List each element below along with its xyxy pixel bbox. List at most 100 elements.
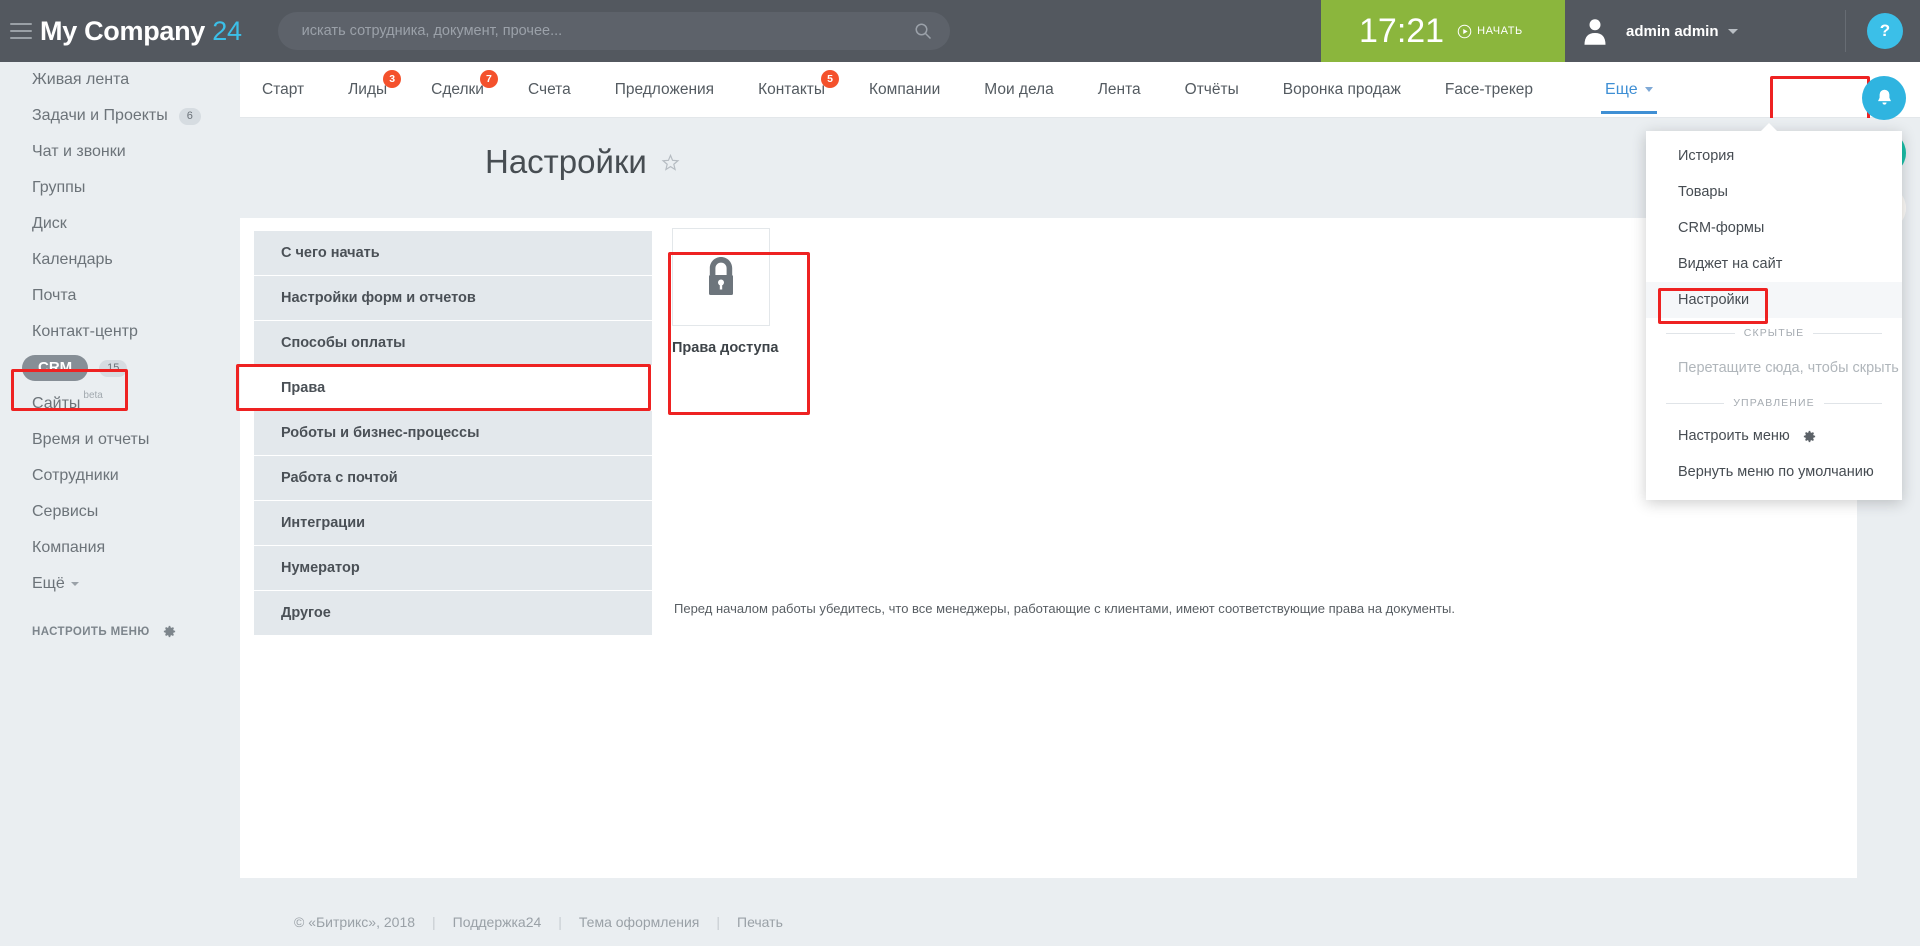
search-input[interactable]	[278, 12, 950, 50]
user-menu[interactable]: admin admin	[1580, 0, 1738, 62]
tab-contacts[interactable]: Контакты 5	[736, 62, 847, 118]
page-footer: © «Битрикс», 2018 | Поддержка24 | Тема о…	[240, 898, 1920, 946]
user-name: admin admin	[1626, 23, 1719, 40]
dropdown-item-configure-menu[interactable]: Настроить меню	[1646, 418, 1902, 454]
sidebar-item-12[interactable]: Сервисы	[0, 494, 240, 530]
sidebar-item-4[interactable]: Диск	[0, 206, 240, 242]
sidebar-item-label: Сотрудники	[32, 467, 119, 485]
sidebar-item-6[interactable]: Почта	[0, 278, 240, 314]
sidebar-item-more[interactable]: Ещё	[0, 566, 240, 602]
play-circle-icon	[1457, 24, 1472, 39]
settings-item-permissions[interactable]: Права	[254, 366, 652, 411]
tab-label: Старт	[262, 81, 304, 99]
dropdown-item-label: Настроить меню	[1678, 428, 1790, 444]
tab-more[interactable]: Еще	[1583, 62, 1675, 118]
more-dropdown-menu: История Товары CRM-формы Виджет на сайт …	[1646, 131, 1902, 500]
settings-item-other[interactable]: Другое	[254, 591, 652, 636]
dropdown-item-label: Виджет на сайт	[1678, 256, 1782, 272]
dropdown-item-settings[interactable]: Настройки	[1646, 282, 1902, 318]
left-sidebar: Живая лента Задачи и Проекты 6 Чат и зво…	[0, 62, 240, 946]
sidebar-item-crm[interactable]: CRM 15	[0, 350, 240, 386]
dropdown-hidden-dropzone[interactable]: Перетащите сюда, чтобы скрыть	[1646, 348, 1902, 388]
dropdown-item-label: Настройки	[1678, 292, 1749, 308]
tab-feed[interactable]: Лента	[1076, 62, 1163, 118]
sidebar-item-label: Диск	[32, 215, 67, 233]
sidebar-item-label: Время и отчеты	[32, 431, 149, 449]
lock-icon	[699, 253, 743, 301]
tab-label: Лиды	[348, 81, 387, 99]
settings-item-numerator[interactable]: Нумератор	[254, 546, 652, 591]
beta-badge: beta	[83, 390, 102, 401]
tab-leads[interactable]: Лиды 3	[326, 62, 409, 118]
tab-label: Сделки	[431, 81, 484, 99]
star-favorite-icon[interactable]	[661, 153, 680, 172]
global-search[interactable]	[278, 12, 950, 50]
sidebar-item-label: Задачи и Проекты	[32, 107, 168, 125]
configure-menu-label: НАСТРОИТЬ МЕНЮ	[32, 626, 150, 638]
sidebar-item-label: Календарь	[32, 251, 113, 269]
tab-label: Лента	[1098, 81, 1141, 99]
settings-item-label: Работа с почтой	[281, 470, 398, 486]
tab-my-activities[interactable]: Мои дела	[962, 62, 1076, 118]
timer-start-button[interactable]: НАЧАТЬ	[1457, 24, 1523, 39]
tab-face-tracker[interactable]: Face-трекер	[1423, 62, 1555, 118]
settings-item-integrations[interactable]: Интеграции	[254, 501, 652, 546]
tab-label: Еще	[1605, 81, 1638, 99]
tab-label: Отчёты	[1185, 81, 1239, 99]
settings-item-payment-methods[interactable]: Способы оплаты	[254, 321, 652, 366]
dropdown-item-reset-menu[interactable]: Вернуть меню по умолчанию	[1646, 454, 1902, 490]
tab-invoices[interactable]: Счета	[506, 62, 593, 118]
sidebar-item-7[interactable]: Контакт-центр	[0, 314, 240, 350]
settings-item-mail[interactable]: Работа с почтой	[254, 456, 652, 501]
sidebar-item-3[interactable]: Группы	[0, 170, 240, 206]
access-rights-tile[interactable]: Права доступа	[672, 228, 772, 356]
tab-label: Воронка продаж	[1283, 81, 1401, 99]
sidebar-item-label: Почта	[32, 287, 76, 305]
sidebar-item-5[interactable]: Календарь	[0, 242, 240, 278]
tab-start[interactable]: Старт	[240, 62, 326, 118]
dropdown-item-products[interactable]: Товары	[1646, 174, 1902, 210]
help-button[interactable]: ?	[1867, 13, 1903, 49]
tab-badge: 5	[821, 70, 839, 88]
footer-separator: |	[716, 914, 720, 930]
sidebar-item-1[interactable]: Задачи и Проекты 6	[0, 98, 240, 134]
sidebar-item-label: Компания	[32, 539, 105, 557]
tile-icon-box	[672, 228, 770, 326]
footer-link-theme[interactable]: Тема оформления	[579, 914, 699, 930]
app-logo[interactable]: My Company 24	[40, 16, 242, 47]
dropdown-item-history[interactable]: История	[1646, 138, 1902, 174]
sidebar-item-13[interactable]: Компания	[0, 530, 240, 566]
tab-companies[interactable]: Компании	[847, 62, 962, 118]
dropdown-item-label: История	[1678, 148, 1734, 164]
sidebar-item-9[interactable]: Сайты beta	[0, 386, 240, 422]
footer-link-support[interactable]: Поддержка24	[453, 914, 542, 930]
work-timer[interactable]: 17:21 НАЧАТЬ	[1321, 0, 1565, 62]
settings-item-label: С чего начать	[281, 245, 380, 261]
dropdown-item-site-widget[interactable]: Виджет на сайт	[1646, 246, 1902, 282]
tab-reports[interactable]: Отчёты	[1163, 62, 1261, 118]
settings-item-robots-bp[interactable]: Роботы и бизнес-процессы	[254, 411, 652, 456]
sidebar-item-11[interactable]: Сотрудники	[0, 458, 240, 494]
settings-section-list: С чего начать Настройки форм и отчетов С…	[254, 231, 652, 636]
sidebar-item-2[interactable]: Чат и звонки	[0, 134, 240, 170]
sidebar-item-0[interactable]: Живая лента	[0, 62, 240, 98]
sidebar-item-10[interactable]: Время и отчеты	[0, 422, 240, 458]
settings-item-label: Интеграции	[281, 515, 365, 531]
settings-item-get-started[interactable]: С чего начать	[254, 231, 652, 276]
tab-sales-funnel[interactable]: Воронка продаж	[1261, 62, 1423, 118]
footer-separator: |	[558, 914, 562, 930]
footer-link-print[interactable]: Печать	[737, 914, 783, 930]
sidebar-item-label: Живая лента	[32, 71, 129, 89]
dropdown-arrow	[1760, 123, 1778, 132]
configure-menu-button[interactable]: НАСТРОИТЬ МЕНЮ	[0, 624, 240, 639]
notifications-button[interactable]	[1862, 76, 1906, 120]
dropdown-item-crm-forms[interactable]: CRM-формы	[1646, 210, 1902, 246]
separator-line	[1666, 333, 1735, 334]
tab-deals[interactable]: Сделки 7	[409, 62, 506, 118]
tab-quotes[interactable]: Предложения	[593, 62, 736, 118]
footer-separator: |	[432, 914, 436, 930]
settings-item-forms-reports[interactable]: Настройки форм и отчетов	[254, 276, 652, 321]
sidebar-item-label: Группы	[32, 179, 85, 197]
hamburger-menu-icon[interactable]	[10, 23, 32, 39]
footer-copyright: © «Битрикс», 2018	[294, 914, 415, 930]
